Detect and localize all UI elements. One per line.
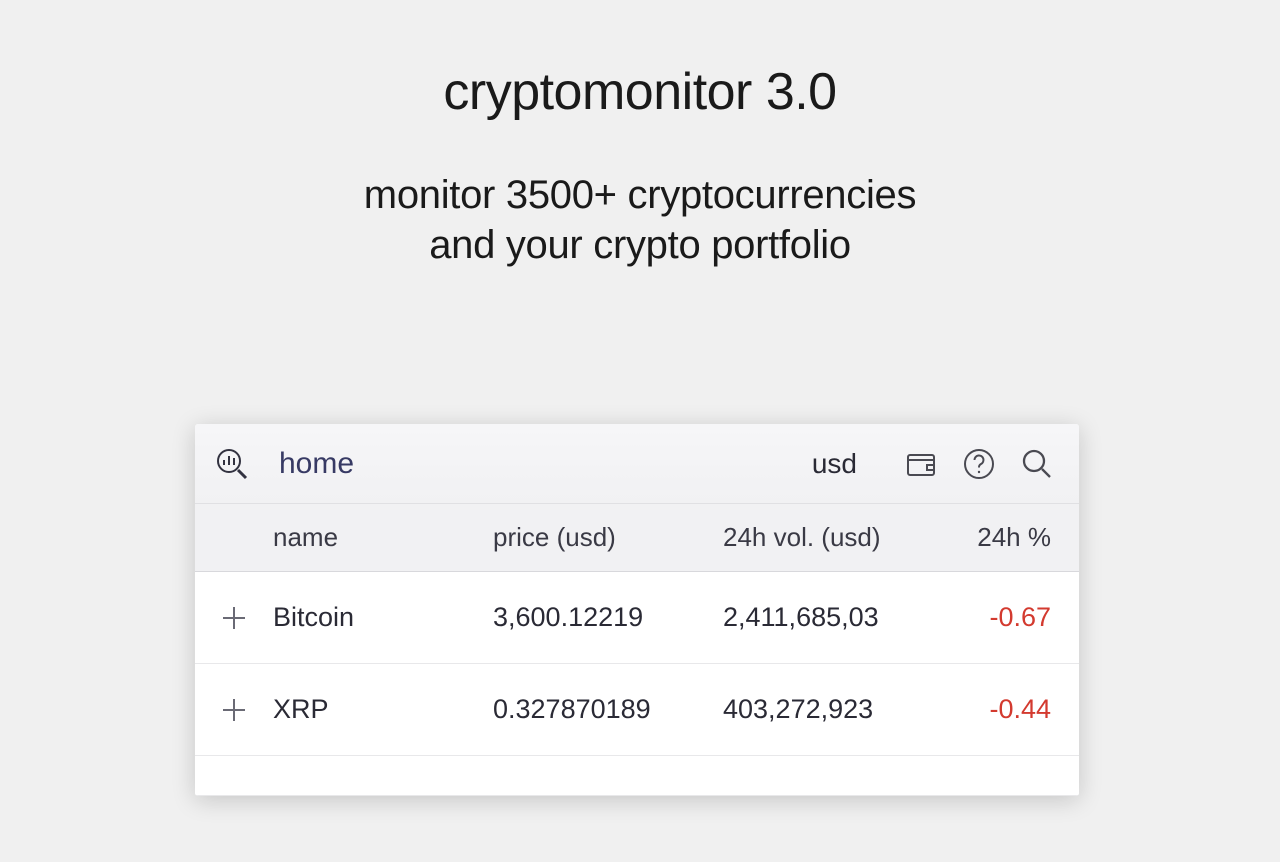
app-subtitle: monitor 3500+ cryptocurrencies and your …: [0, 170, 1280, 270]
coin-price: 0.327870189: [493, 694, 723, 725]
table-row[interactable]: Bitcoin 3,600.12219 2,411,685,03 -0.67: [195, 572, 1079, 664]
home-tab[interactable]: home: [279, 447, 354, 481]
app-title: cryptomonitor 3.0: [0, 62, 1280, 122]
coin-name: Bitcoin: [273, 602, 493, 633]
table-row[interactable]: [195, 756, 1079, 796]
search-icon[interactable]: [1017, 444, 1057, 484]
help-icon[interactable]: [959, 444, 999, 484]
column-volume[interactable]: 24h vol. (usd): [723, 522, 948, 553]
coin-price: 3,600.12219: [493, 602, 723, 633]
app-card: home usd name price (usd) 24: [195, 424, 1079, 796]
coin-change: -0.67: [948, 602, 1055, 633]
coin-change: -0.44: [948, 694, 1055, 725]
coin-volume: 2,411,685,03: [723, 602, 948, 633]
currency-selector[interactable]: usd: [812, 448, 857, 480]
wallet-icon[interactable]: [901, 444, 941, 484]
add-button[interactable]: [215, 691, 253, 729]
add-button[interactable]: [215, 599, 253, 637]
table-header: name price (usd) 24h vol. (usd) 24h %: [195, 504, 1079, 572]
subtitle-line2: and your crypto portfolio: [429, 223, 851, 267]
app-header: home usd: [195, 424, 1079, 504]
column-name[interactable]: name: [273, 522, 493, 553]
column-change[interactable]: 24h %: [948, 522, 1055, 553]
app-logo-icon: [215, 447, 249, 481]
coin-name: XRP: [273, 694, 493, 725]
subtitle-line1: monitor 3500+ cryptocurrencies: [364, 173, 916, 217]
coin-volume: 403,272,923: [723, 694, 948, 725]
table-row[interactable]: XRP 0.327870189 403,272,923 -0.44: [195, 664, 1079, 756]
column-price[interactable]: price (usd): [493, 522, 723, 553]
